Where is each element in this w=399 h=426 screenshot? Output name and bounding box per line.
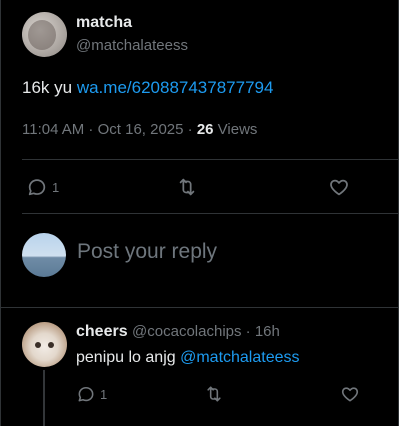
speech-bubble-icon xyxy=(76,384,96,404)
reply-mention[interactable]: @matchalateess xyxy=(180,349,299,366)
divider xyxy=(0,307,399,308)
left-border xyxy=(0,0,1,426)
reply-reply-count: 1 xyxy=(100,386,108,402)
post-link[interactable]: wa.me/620887437877794 xyxy=(77,78,274,97)
reply-header: cheers @cocacolachips · 16h xyxy=(76,323,280,341)
divider xyxy=(22,213,398,214)
reply-reply-button[interactable]: 1 xyxy=(76,384,107,404)
reply-repost-button[interactable] xyxy=(204,384,224,404)
post-meta: 11:04 AM · Oct 16, 2025 · 26 Views xyxy=(22,121,257,138)
reply-like-button[interactable] xyxy=(340,384,360,404)
post-timestamp[interactable]: 11:04 AM · Oct 16, 2025 · xyxy=(22,121,197,138)
post-text: 16k yu wa.me/620887437877794 xyxy=(22,78,273,98)
heart-icon xyxy=(340,384,360,404)
divider xyxy=(22,159,398,160)
current-user-avatar xyxy=(22,233,66,277)
heart-icon xyxy=(328,176,350,198)
post-body: 16k yu xyxy=(22,78,73,97)
reply-author-display-name[interactable]: cheers xyxy=(76,323,128,340)
views-label: Views xyxy=(213,121,258,138)
repost-button[interactable] xyxy=(176,176,198,198)
page: matcha @matchalateess 16k yu wa.me/62088… xyxy=(0,0,399,426)
thread-line xyxy=(43,370,45,426)
like-button[interactable] xyxy=(328,176,350,198)
reply-author-handle[interactable]: @cocacolachips xyxy=(132,323,241,340)
author-display-name[interactable]: matcha xyxy=(76,14,132,32)
reply-button[interactable]: 1 xyxy=(26,176,59,198)
author-avatar[interactable] xyxy=(22,12,67,57)
reply-time[interactable]: 16h xyxy=(255,323,280,340)
views-count: 26 xyxy=(196,121,214,138)
speech-bubble-icon xyxy=(26,176,48,198)
reply-body: penipu lo anjg xyxy=(76,349,181,366)
reply-author-avatar[interactable] xyxy=(22,322,67,367)
repost-icon xyxy=(204,384,224,404)
reply-count: 1 xyxy=(52,179,60,195)
repost-icon xyxy=(176,176,198,198)
reply-input[interactable]: Post your reply xyxy=(77,240,217,264)
reply-text: penipu lo anjg @matchalateess xyxy=(76,349,300,367)
author-handle[interactable]: @matchalateess xyxy=(76,37,188,54)
reply-separator: · xyxy=(241,323,255,340)
